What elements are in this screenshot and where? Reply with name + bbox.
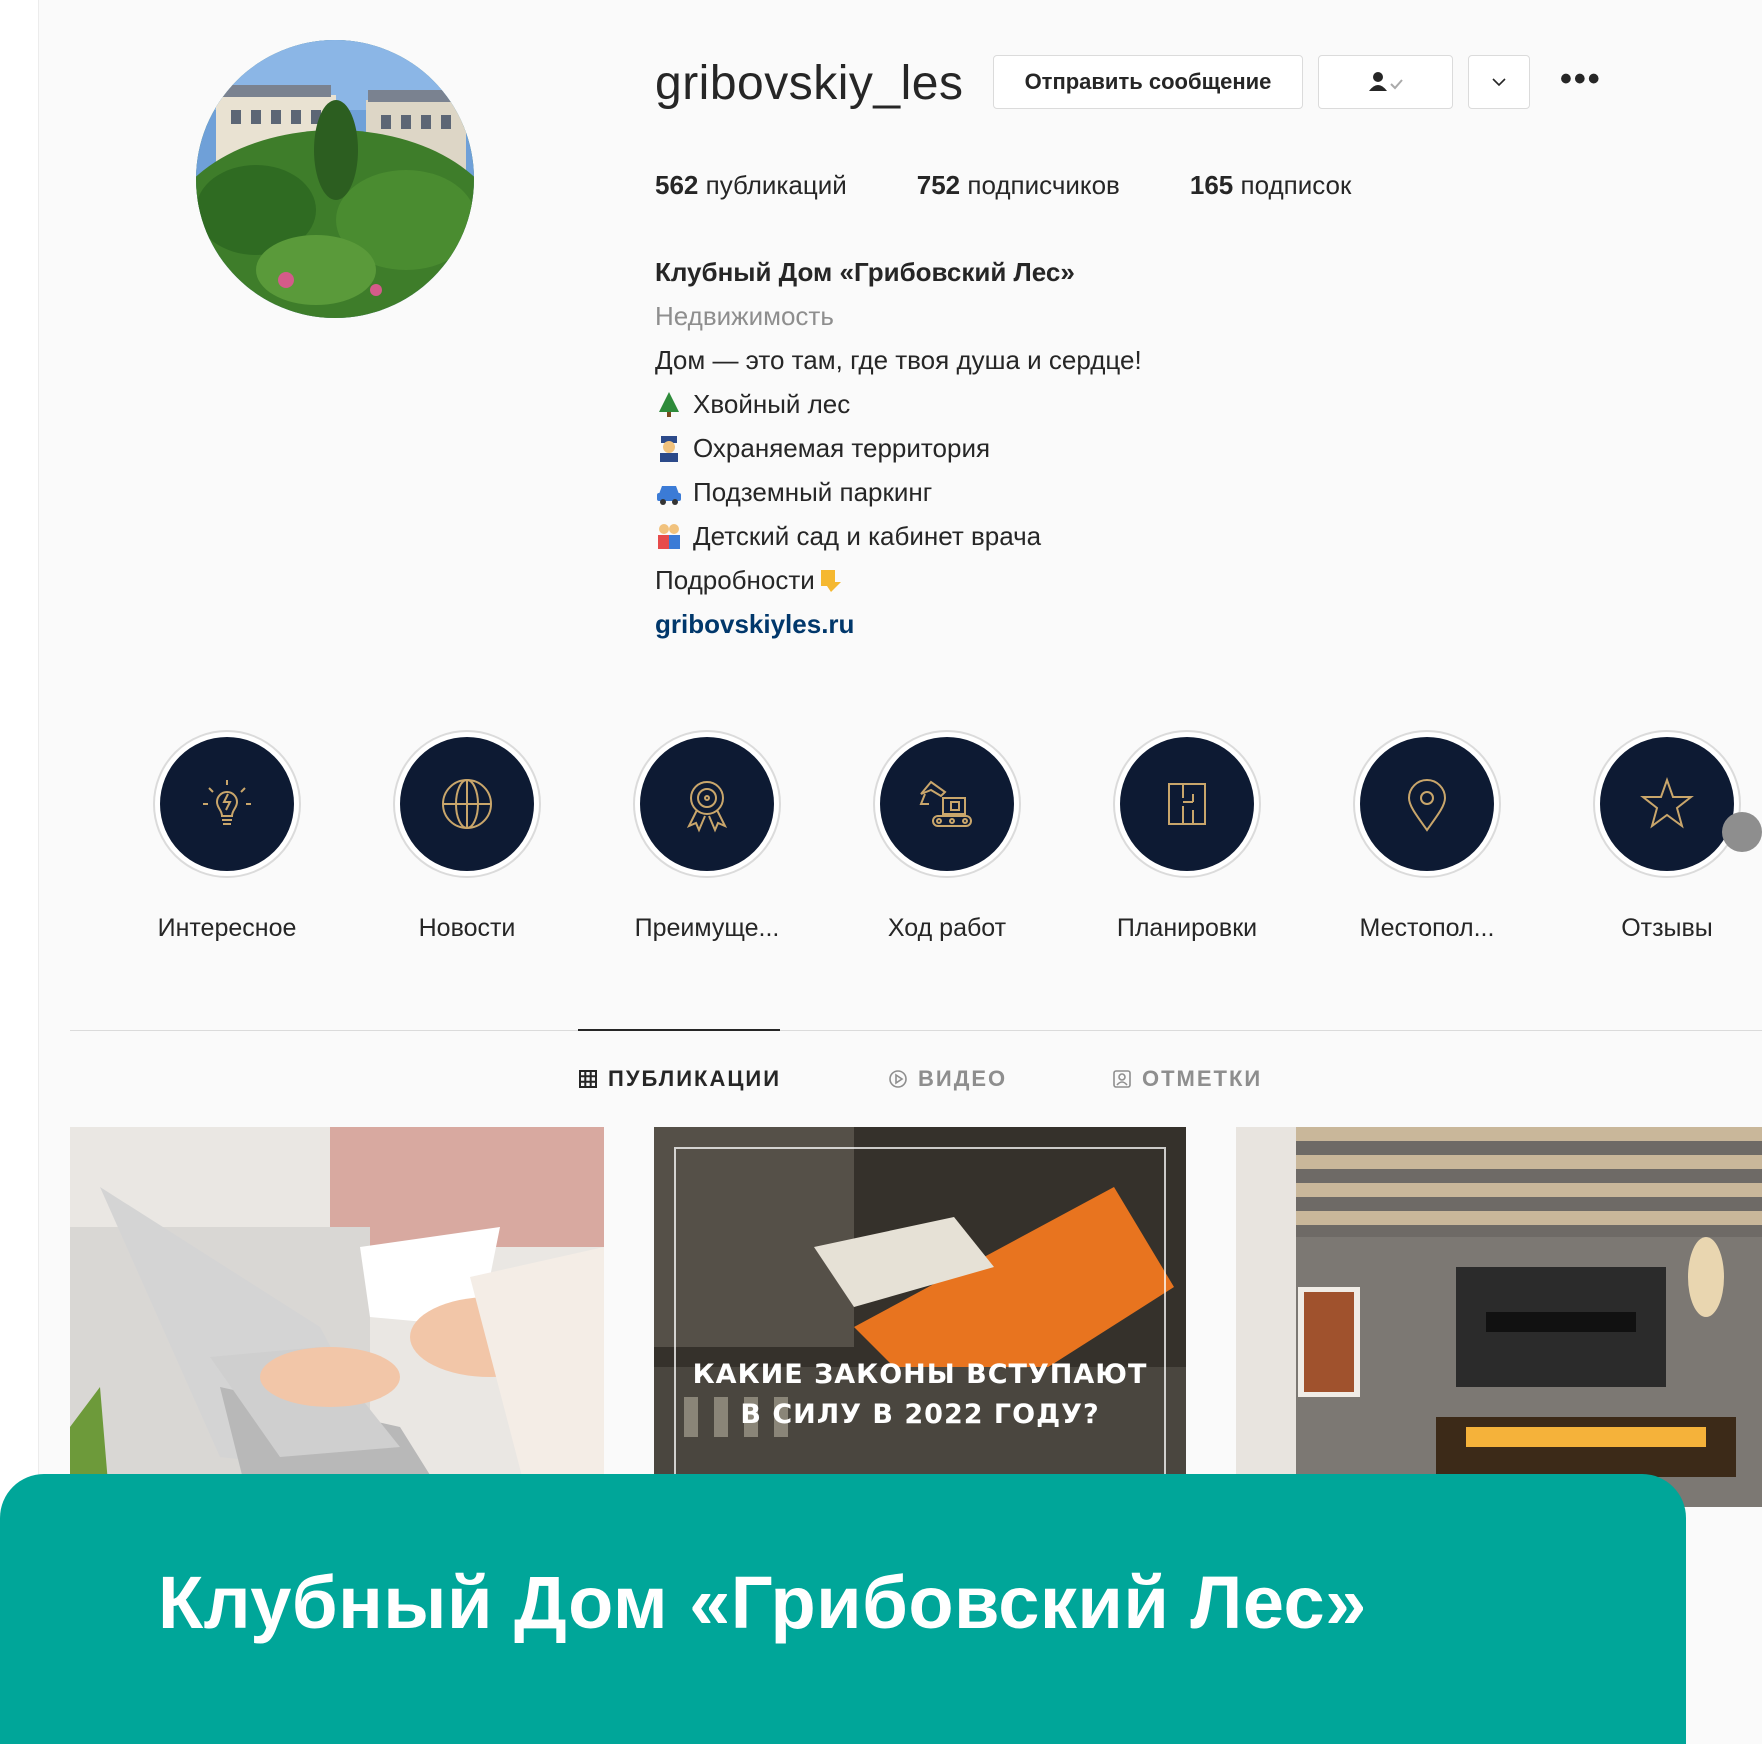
bio-name: Клубный Дом «Грибовский Лес» <box>655 257 1075 287</box>
bio-category: Недвижимость <box>655 301 834 331</box>
post-thumbnail[interactable] <box>70 1127 604 1507</box>
profile-username: gribovskiy_les <box>655 57 964 110</box>
globe-icon <box>442 779 492 829</box>
post-thumbnail[interactable] <box>1236 1127 1762 1507</box>
award-icon <box>686 781 728 833</box>
car-icon <box>657 486 681 505</box>
tab-posts[interactable]: ПУБЛИКАЦИИ <box>578 1066 781 1092</box>
highlight-progress[interactable]: Ход работ <box>872 730 1022 943</box>
lightbulb-icon <box>203 780 251 825</box>
highlight-label: Интересное <box>157 914 297 942</box>
profile-bio: Клубный Дом «Грибовский Лес» Недвижимост… <box>655 250 1142 646</box>
bio-line-forest: Хвойный лес <box>655 382 1142 426</box>
profile-stats: 562 публикаций 752 подписчиков 165 подпи… <box>655 170 1351 201</box>
bio-line-parking: Подземный паркинг <box>655 470 1142 514</box>
tagged-icon <box>1113 1070 1131 1088</box>
highlight-label: Новости <box>418 914 516 942</box>
caption-frame <box>674 1147 1166 1507</box>
post-thumbnail[interactable]: КАКИЕ ЗАКОНЫ ВСТУПАЮТ В СИЛУ В 2022 ГОДУ… <box>654 1127 1186 1507</box>
highlight-label: Ход работ <box>887 914 1007 942</box>
person-check-icon <box>1368 72 1403 91</box>
bio-website-link[interactable]: gribovskiyles.ru <box>655 602 1142 646</box>
chevron-down-icon <box>1492 78 1506 87</box>
following-stat[interactable]: 165 подписок <box>1190 170 1352 201</box>
tab-tagged[interactable]: ОТМЕТКИ <box>1112 1066 1262 1092</box>
more-options-icon[interactable]: ••• <box>1560 60 1602 99</box>
star-icon <box>1640 776 1694 829</box>
grid-icon <box>579 1070 597 1088</box>
bio-tagline: Дом — это там, где твоя душа и сердце! <box>655 345 1142 375</box>
followers-stat[interactable]: 752 подписчиков <box>917 170 1120 201</box>
following-button[interactable] <box>1318 55 1453 109</box>
highlight-label: Местопол... <box>1359 914 1495 942</box>
tab-video[interactable]: ВИДЕО <box>888 1066 1007 1092</box>
location-pin-icon <box>1407 779 1447 832</box>
profile-avatar[interactable] <box>196 40 474 318</box>
tabs-divider <box>70 1030 1762 1031</box>
highlight-location[interactable]: Местопол... <box>1352 730 1502 943</box>
post-caption: КАКИЕ ЗАКОНЫ ВСТУПАЮТ В СИЛУ В 2022 ГОДУ… <box>692 1359 1148 1430</box>
send-message-button[interactable]: Отправить сообщение <box>993 55 1303 109</box>
highlight-label: Планировки <box>1116 914 1258 942</box>
guard-icon <box>660 436 678 462</box>
suggested-dropdown-button[interactable] <box>1468 55 1530 109</box>
excavator-icon <box>919 780 972 827</box>
family-icon <box>658 524 680 549</box>
bio-line-security: Охраняемая территория <box>655 426 1142 470</box>
pointing-down-icon <box>820 570 841 592</box>
evergreen-tree-icon <box>659 392 679 417</box>
banner-title: Клубный Дом «Грибовский Лес» <box>158 1561 1367 1644</box>
active-tab-indicator <box>578 1029 780 1031</box>
highlight-interesting[interactable]: Интересное <box>152 730 302 943</box>
highlight-news[interactable]: Новости <box>392 730 542 943</box>
highlight-label: Отзывы <box>1621 914 1713 942</box>
floorplan-icon <box>1168 783 1206 825</box>
highlight-advantages[interactable]: Преимуще... <box>632 730 782 943</box>
posts-stat[interactable]: 562 публикаций <box>655 170 847 201</box>
bio-line-kindergarten: Детский сад и кабинет врача <box>655 514 1142 558</box>
highlight-layouts[interactable]: Планировки <box>1112 730 1262 943</box>
video-icon <box>889 1070 907 1088</box>
highlights-next-arrow[interactable] <box>1722 812 1762 852</box>
highlight-reviews[interactable]: Отзывы <box>1592 730 1742 943</box>
bio-details: Подробности <box>655 558 1142 602</box>
highlight-label: Преимуще... <box>634 914 780 942</box>
